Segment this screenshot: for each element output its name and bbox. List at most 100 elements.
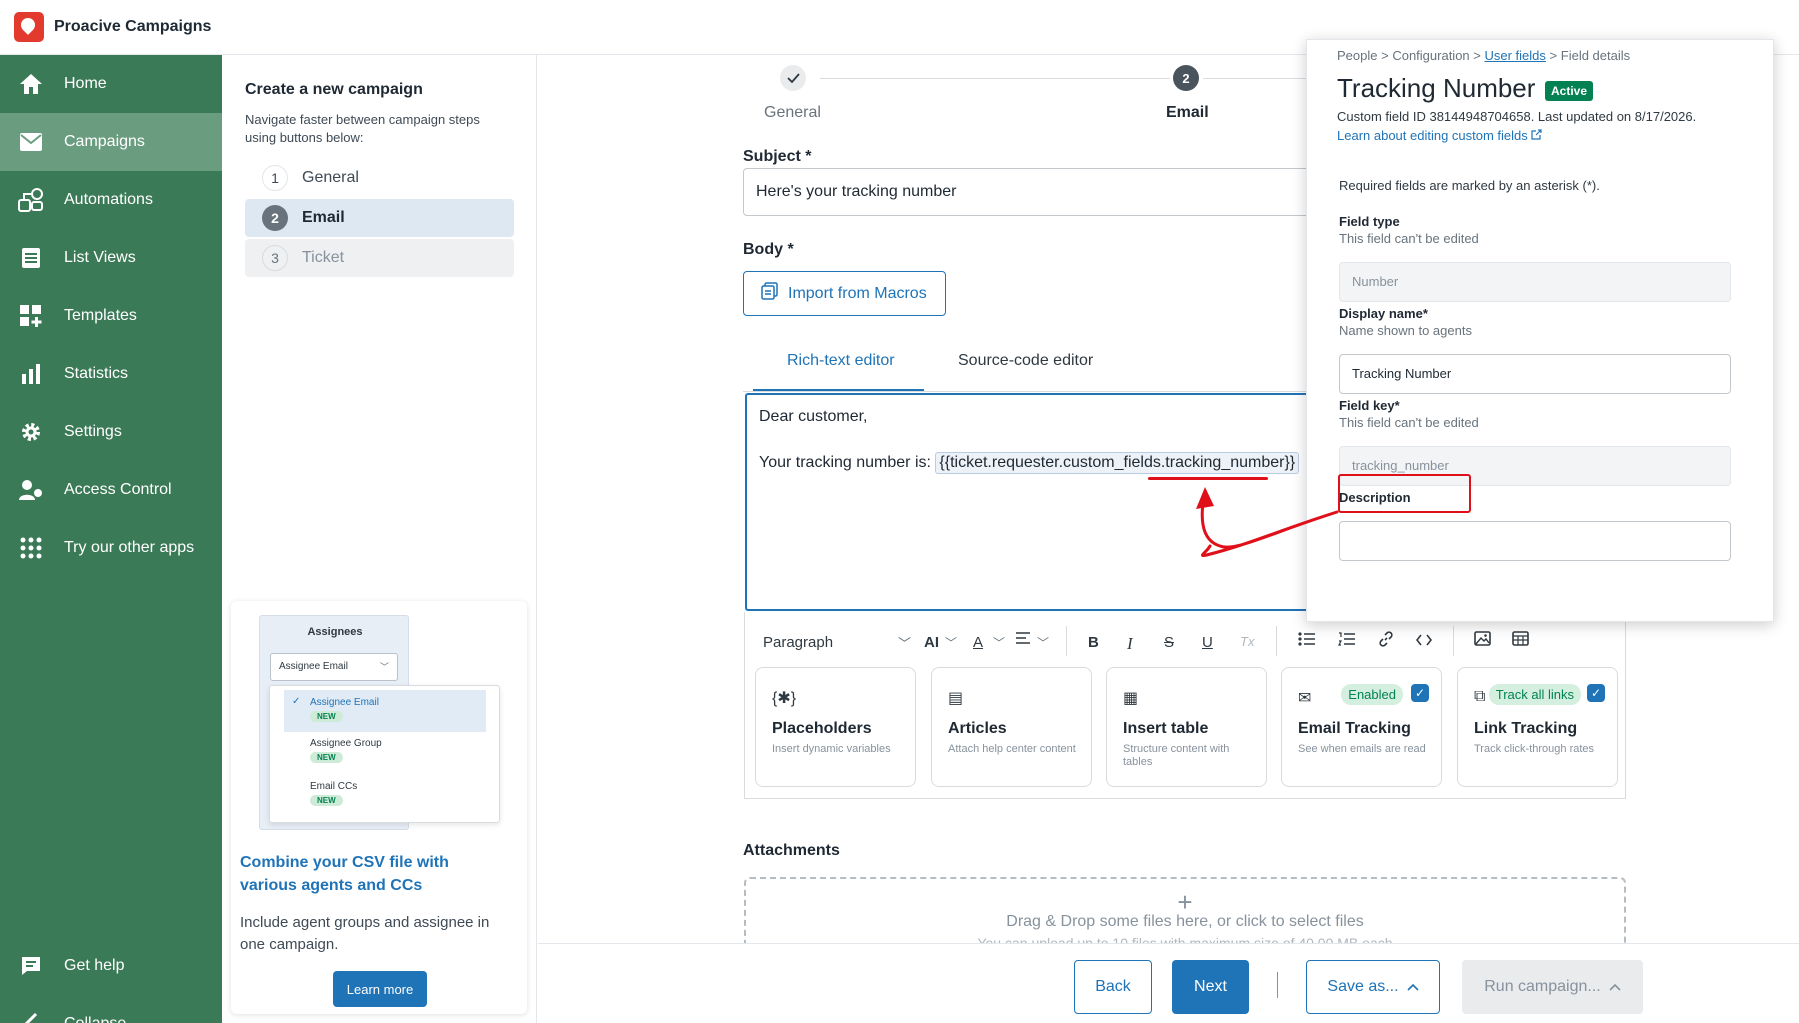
breadcrumb-item[interactable]: People bbox=[1337, 48, 1377, 63]
sidebar-item-label: Campaigns bbox=[64, 133, 145, 150]
save-as-button[interactable]: Save as... bbox=[1306, 960, 1440, 1014]
breadcrumb-item: Field details bbox=[1560, 48, 1631, 63]
chevron-down-icon[interactable]: ﹀ bbox=[945, 634, 957, 651]
chevron-down-icon[interactable]: ﹀ bbox=[1037, 634, 1049, 651]
italic-button[interactable]: I bbox=[1127, 634, 1133, 654]
sidebar-item-label: Get help bbox=[64, 957, 125, 974]
learn-more-link[interactable]: Learn about editing custom fields bbox=[1337, 128, 1543, 143]
card-description: See when emails are read bbox=[1298, 743, 1426, 755]
sidebar-item-list-views[interactable]: List Views bbox=[0, 229, 222, 287]
mail-icon bbox=[18, 129, 44, 155]
bar-chart-icon bbox=[18, 361, 44, 387]
description-input[interactable] bbox=[1339, 521, 1731, 561]
import-button-label: Import from Macros bbox=[788, 284, 927, 302]
sidebar-item-label: Access Control bbox=[64, 481, 172, 498]
display-name-input[interactable]: Tracking Number bbox=[1339, 354, 1731, 394]
email-tracking-card[interactable]: ✉ Enabled ✓ Email Tracking See when emai… bbox=[1281, 667, 1442, 787]
table-icon: ▦ bbox=[1123, 690, 1139, 707]
back-button[interactable]: Back bbox=[1074, 960, 1152, 1014]
sidebar-item-other-apps[interactable]: Try our other apps bbox=[0, 519, 222, 577]
insert-table-card[interactable]: ▦ Insert table Structure content with ta… bbox=[1106, 667, 1267, 787]
email-tracking-checkbox[interactable]: ✓ bbox=[1411, 684, 1429, 702]
placeholder-chip[interactable]: {{ticket.requester.custom_fields.trackin… bbox=[935, 452, 1300, 474]
field-title: Tracking Number bbox=[1337, 73, 1536, 103]
step-email[interactable]: 2 Email bbox=[245, 199, 514, 237]
run-campaign-label: Run campaign... bbox=[1484, 978, 1601, 995]
external-link-icon bbox=[1531, 129, 1543, 140]
tab-rich-text-editor[interactable]: Rich-text editor bbox=[787, 352, 895, 370]
macros-icon bbox=[761, 282, 779, 305]
illustration-header: Assignees bbox=[307, 626, 363, 638]
sidebar-item-home[interactable]: Home bbox=[0, 55, 222, 113]
card-title: Placeholders bbox=[772, 720, 872, 737]
code-icon[interactable] bbox=[1415, 633, 1433, 650]
enabled-badge: Enabled bbox=[1341, 684, 1403, 705]
new-badge: NEW bbox=[310, 795, 343, 806]
chevron-down-icon: ﹀ bbox=[898, 636, 912, 651]
link-icon[interactable] bbox=[1378, 631, 1394, 651]
learn-more-button[interactable]: Learn more bbox=[333, 971, 427, 1007]
align-icon[interactable] bbox=[1015, 631, 1031, 649]
body-label: Body * bbox=[743, 241, 794, 258]
chevron-down-icon: ﹀ bbox=[379, 662, 389, 672]
step-label: Email bbox=[302, 209, 345, 226]
card-title: Email Tracking bbox=[1298, 720, 1411, 737]
chevron-right-icon: > bbox=[1381, 48, 1393, 63]
table-icon[interactable] bbox=[1512, 631, 1529, 650]
step-number: 3 bbox=[262, 245, 288, 271]
app-title: Proacive Campaigns bbox=[54, 18, 212, 35]
bold-button[interactable]: B bbox=[1088, 634, 1099, 651]
save-as-label: Save as... bbox=[1327, 978, 1399, 995]
breadcrumb: People > Configuration > User fields > F… bbox=[1337, 48, 1630, 63]
sidebar-item-campaigns[interactable]: Campaigns bbox=[0, 113, 222, 171]
subject-input[interactable]: Here's your tracking number bbox=[743, 168, 1313, 216]
chevron-down-icon[interactable]: ﹀ bbox=[993, 634, 1005, 651]
placeholders-card[interactable]: {✱} Placeholders Insert dynamic variable… bbox=[755, 667, 916, 787]
card-title: Link Tracking bbox=[1474, 720, 1578, 737]
underline-button[interactable]: U bbox=[1202, 634, 1213, 651]
sidebar-item-automations[interactable]: Automations bbox=[0, 171, 222, 229]
attachments-label: Attachments bbox=[743, 842, 840, 859]
step-number: 2 bbox=[262, 205, 288, 231]
link-tracking-checkbox[interactable]: ✓ bbox=[1587, 684, 1605, 702]
active-tab-indicator bbox=[753, 389, 924, 391]
text-color-button[interactable]: A bbox=[973, 634, 983, 651]
next-button[interactable]: Next bbox=[1172, 960, 1249, 1014]
run-campaign-button[interactable]: Run campaign... bbox=[1462, 960, 1643, 1014]
illustration-dropdown: ✓ Assignee Email NEW Assignee Group NEW … bbox=[269, 685, 500, 823]
font-size-button[interactable]: AI bbox=[924, 634, 939, 651]
paragraph-label: Paragraph bbox=[763, 634, 834, 651]
tab-source-code-editor[interactable]: Source-code editor bbox=[958, 352, 1093, 370]
sidebar-item-label: Try our other apps bbox=[64, 539, 195, 556]
sidebar-item-statistics[interactable]: Statistics bbox=[0, 345, 222, 403]
bullet-list-icon[interactable] bbox=[1298, 632, 1316, 650]
articles-card[interactable]: ▤ Articles Attach help center content bbox=[931, 667, 1092, 787]
attachments-dropzone[interactable]: + Drag & Drop some files here, or click … bbox=[744, 877, 1626, 951]
paragraph-select[interactable]: Paragraph ﹀ bbox=[763, 634, 911, 651]
field-type-hint: This field can't be edited bbox=[1339, 231, 1479, 246]
sidebar-item-label: Statistics bbox=[64, 365, 129, 382]
stepper-check-icon bbox=[780, 65, 806, 91]
sidebar-item-settings[interactable]: Settings bbox=[0, 403, 222, 461]
numbered-list-icon[interactable] bbox=[1338, 632, 1356, 650]
display-name-label: Display name* bbox=[1339, 306, 1428, 321]
strikethrough-button[interactable]: S bbox=[1164, 634, 1174, 651]
clear-format-button[interactable]: Tx bbox=[1240, 634, 1254, 649]
step-general[interactable]: 1 General bbox=[245, 159, 514, 197]
link-tracking-card[interactable]: ⧉ Track all links ✓ Link Tracking Track … bbox=[1457, 667, 1618, 787]
breadcrumb-link-user-fields[interactable]: User fields bbox=[1485, 48, 1546, 63]
sidebar-item-collapse[interactable]: Collapse bbox=[0, 995, 222, 1023]
sidebar-item-access-control[interactable]: Access Control bbox=[0, 461, 222, 519]
sidebar-item-templates[interactable]: Templates bbox=[0, 287, 222, 345]
rich-text-editor[interactable]: Dear customer, Your tracking number is: … bbox=[745, 393, 1313, 611]
card-description: Track click-through rates bbox=[1474, 743, 1595, 755]
illustration-option: Assignee Group NEW bbox=[284, 738, 486, 763]
promo-card: Assignees Assignee Email ﹀ ✓ Assignee Em… bbox=[231, 601, 527, 1014]
breadcrumb-item[interactable]: Configuration bbox=[1392, 48, 1469, 63]
import-from-macros-button[interactable]: Import from Macros bbox=[743, 271, 946, 316]
sidebar-item-get-help[interactable]: Get help bbox=[0, 937, 222, 995]
image-icon[interactable] bbox=[1474, 631, 1491, 650]
promo-illustration: Assignees Assignee Email ﹀ ✓ Assignee Em… bbox=[259, 615, 502, 830]
placeholders-icon: {✱} bbox=[772, 690, 797, 707]
step-ticket[interactable]: 3 Ticket bbox=[245, 239, 514, 277]
